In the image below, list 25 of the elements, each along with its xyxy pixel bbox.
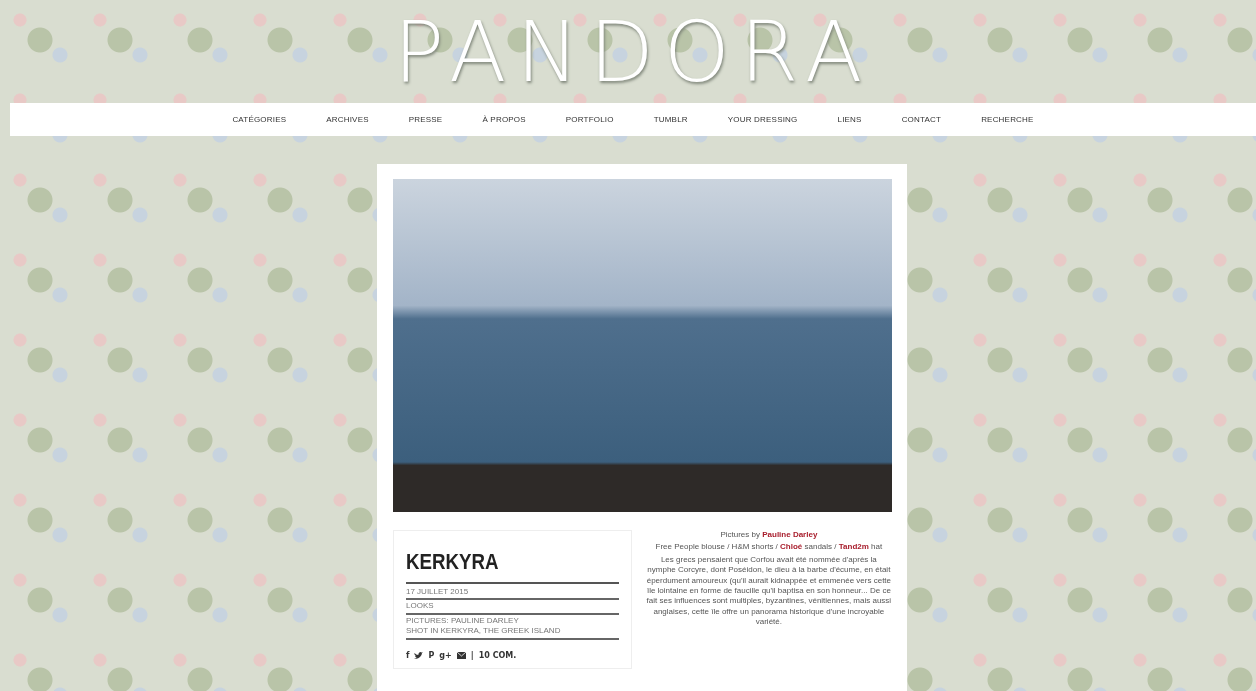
social-link[interactable]: g+: [439, 649, 452, 662]
nav-link-item[interactable]: CATÉGORIES: [232, 113, 287, 126]
credits-text: Pictures by Pauline Darley: [719, 530, 819, 541]
social-link[interactable]: f: [406, 649, 410, 662]
nav-link-item[interactable]: YOUR DRESSING: [727, 113, 798, 126]
meta-text: SHOT IN KERKYRA, THE GREEK ISLAND: [406, 626, 562, 637]
nav-link-item[interactable]: PRESSE: [408, 113, 443, 126]
nav-link-item[interactable]: TUMBLR: [653, 113, 688, 126]
meta-text: LOOKS: [406, 601, 435, 612]
meta-text: PICTURES: PAULINE DARLEY: [406, 615, 520, 627]
post-title: KERKYRA: [406, 548, 499, 576]
credits-text: Free People blouse / H&M shorts / Chloé sandals / Tand2m hat: [654, 542, 884, 553]
nav-link-item[interactable]: ARCHIVES: [326, 113, 369, 126]
separator-text: |: [470, 649, 474, 662]
post-body-text: Les grecs pensaient que Corfou avait été nommée d'après la nymphe Corcyre, dont Poséidon, le dieu à la barbe d'écume, en était éperdument amoureux (qu'il aurait kidnappée et emmenée vers cette île lointaine en forme de faucille qu'il baptisa en son honneur... De ce fait ses influences sont multiples, byzantines, vénitiennes, mais aussi anglaises, cette île offre un panorama historique d'une incroyable variété.: [645, 554, 892, 628]
nav-link-item[interactable]: RECHERCHE: [981, 113, 1034, 126]
envelope-icon[interactable]: [456, 652, 466, 660]
social-link[interactable]: P: [428, 649, 435, 662]
comments-link[interactable]: 10 COM.: [478, 649, 517, 662]
bird-icon[interactable]: [414, 651, 424, 660]
nav-link-item[interactable]: CONTACT: [901, 113, 942, 126]
nav-link-item[interactable]: LIENS: [837, 113, 862, 126]
meta-text: 17 JUILLET 2015: [406, 587, 470, 598]
nav-link-item[interactable]: À PROPOS: [482, 113, 526, 126]
nav-link-item[interactable]: PORTFOLIO: [565, 113, 614, 126]
